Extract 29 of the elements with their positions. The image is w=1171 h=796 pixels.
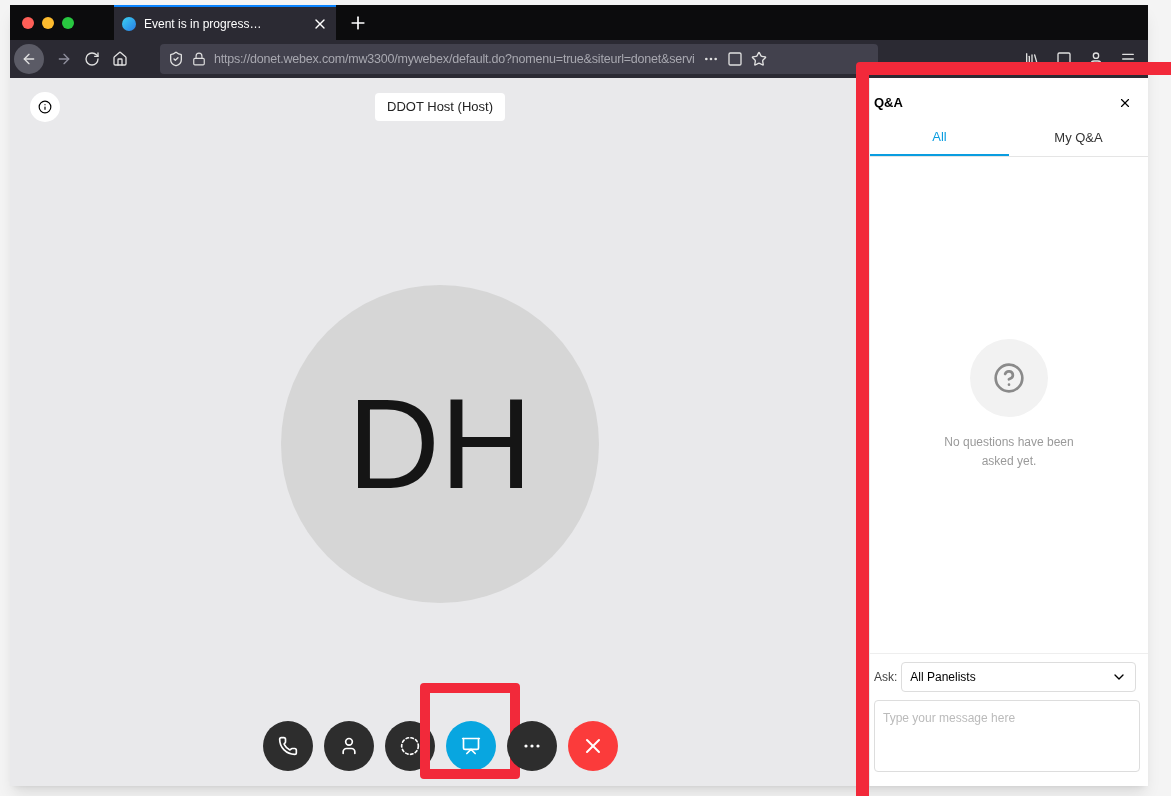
recipient-select[interactable]: All Panelists [901, 662, 1136, 692]
screen-icon [460, 735, 481, 756]
panel-tab[interactable]: My Q&A [1009, 120, 1148, 156]
avatar: DH [281, 284, 599, 603]
more-icon [523, 743, 540, 748]
home-icon[interactable] [112, 51, 128, 67]
panel-title: Q&A [874, 94, 903, 113]
minimize-window-button[interactable] [42, 16, 54, 29]
info-button[interactable] [30, 92, 60, 122]
url-text: https://donet.webex.com/mw3300/mywebex/default.do?nomenu=true&siteurl=donet&servi [214, 50, 695, 68]
info-icon [38, 100, 52, 114]
empty-message: No questions have been asked yet. [943, 434, 1075, 470]
tab-title: Event is in progress… [144, 15, 263, 33]
host-label: DDOT Host (Host) [375, 93, 505, 121]
circle-icon [399, 735, 420, 756]
browser-tab[interactable]: Event is in progress… [114, 5, 336, 40]
shield-icon [168, 51, 184, 67]
maximize-window-button[interactable] [62, 16, 74, 29]
address-bar[interactable]: https://donet.webex.com/mw3300/mywebex/default.do?nomenu=true&siteurl=donet&servi [160, 44, 878, 74]
forward-icon[interactable] [56, 51, 72, 67]
close-window-button[interactable] [22, 16, 34, 29]
message-field[interactable]: Type your message here [874, 700, 1140, 772]
phone-icon [277, 735, 298, 756]
star-icon[interactable] [750, 51, 767, 67]
ask-label: Ask: [874, 669, 898, 686]
back-button[interactable] [14, 44, 44, 74]
lock-icon [192, 52, 206, 66]
reload-icon[interactable] [84, 51, 100, 67]
close-icon[interactable] [1118, 96, 1132, 110]
